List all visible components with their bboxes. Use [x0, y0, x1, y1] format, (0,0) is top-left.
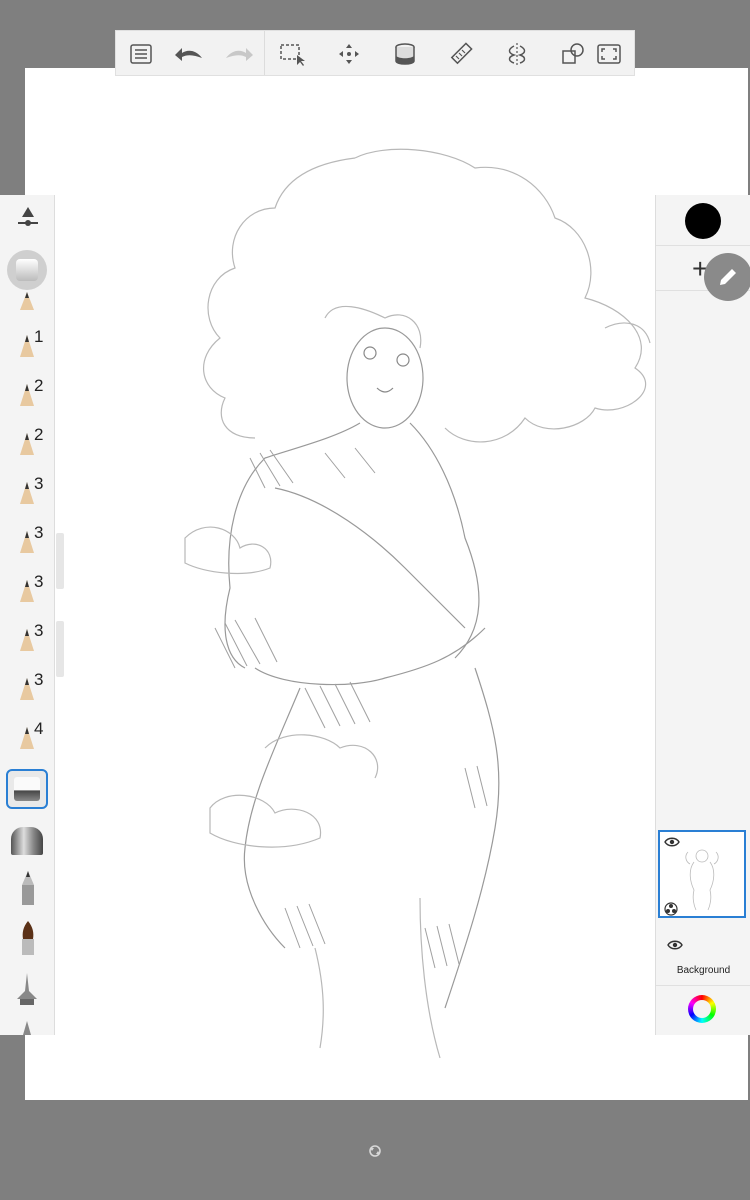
redo-icon[interactable] [222, 37, 256, 71]
pencil-icon [20, 384, 34, 406]
eye-icon[interactable] [664, 834, 680, 852]
brush-panel-handle[interactable] [56, 533, 64, 589]
brush-preview[interactable] [7, 250, 47, 290]
brush-panel-handle[interactable] [56, 621, 64, 677]
brush-item[interactable]: 1 [0, 323, 54, 371]
fullscreen-icon[interactable] [592, 37, 626, 71]
brush-item[interactable]: 2 [0, 372, 54, 420]
edit-pencil-button[interactable] [704, 253, 750, 301]
brush-item[interactable]: 3 [0, 470, 54, 518]
eraser-button[interactable] [6, 769, 48, 809]
airbrush-icon[interactable] [16, 973, 38, 1010]
panel-divider [656, 245, 750, 246]
pencil-icon [20, 482, 34, 504]
brush-size-label: 2 [34, 376, 44, 395]
soft-eraser-icon[interactable] [11, 827, 43, 855]
pencil-icon [20, 580, 34, 602]
panel-divider [656, 985, 750, 986]
brush-size-label: 4 [34, 719, 44, 738]
brush-size-label: 3 [34, 523, 44, 542]
brush-size-label: 2 [34, 425, 44, 444]
undo-icon[interactable] [172, 37, 206, 71]
pencil-icon [20, 629, 34, 651]
pencil-icon [20, 727, 34, 749]
selection-icon[interactable] [276, 37, 310, 71]
sketch-drawing [184, 148, 651, 1059]
pen-icon[interactable] [20, 871, 36, 910]
pencil-icon [20, 433, 34, 455]
brush-size-label: 1 [34, 327, 44, 346]
top-toolbar [115, 30, 635, 76]
brush-size-label: 3 [34, 621, 44, 640]
brush-size-label: 3 [34, 572, 44, 591]
brush-item[interactable]: 3 [0, 568, 54, 616]
layer-thumbnail[interactable] [658, 830, 746, 918]
reset-view-icon[interactable] [367, 1143, 383, 1164]
brush-item[interactable]: 2 [0, 421, 54, 469]
current-color-swatch[interactable] [685, 203, 721, 239]
transform-icon[interactable] [332, 37, 366, 71]
brush-size-label: 3 [34, 474, 44, 493]
toolbar-divider [264, 31, 265, 75]
fill-bucket-icon[interactable] [388, 37, 422, 71]
brush-properties-icon[interactable] [16, 205, 40, 234]
brush-item[interactable]: 3 [0, 519, 54, 567]
eye-icon[interactable] [667, 937, 683, 955]
background-layer-label: Background [676, 965, 731, 976]
ruler-icon[interactable] [444, 37, 478, 71]
brush-item[interactable]: 4 [0, 715, 54, 763]
blend-mode-icon[interactable] [664, 902, 678, 921]
pencil-edit-icon [720, 269, 736, 285]
pencil-icon [20, 678, 34, 700]
list-icon[interactable] [124, 37, 158, 71]
paintbrush-icon[interactable] [19, 921, 37, 960]
color-wheel-icon[interactable] [688, 995, 716, 1023]
eraser-icon [14, 777, 40, 801]
pencil-icon[interactable] [20, 292, 34, 315]
pencil-icon [20, 531, 34, 553]
brush-item[interactable]: 3 [0, 617, 54, 665]
layer-preview [685, 849, 719, 911]
background-layer[interactable]: Background [656, 925, 750, 985]
brush-item[interactable]: 3 [0, 666, 54, 714]
shapes-icon[interactable] [556, 37, 590, 71]
brush-size-label: 3 [34, 670, 44, 689]
brush-panel: 1 2 2 3 3 3 3 3 4 [0, 195, 55, 1035]
layers-panel: + Background [655, 195, 750, 1035]
drawing-canvas[interactable] [25, 68, 748, 1100]
symmetry-icon[interactable] [500, 37, 534, 71]
brush-more-icon[interactable] [23, 1021, 31, 1035]
pencil-icon [20, 335, 34, 357]
brush-tip-icon [16, 259, 38, 281]
